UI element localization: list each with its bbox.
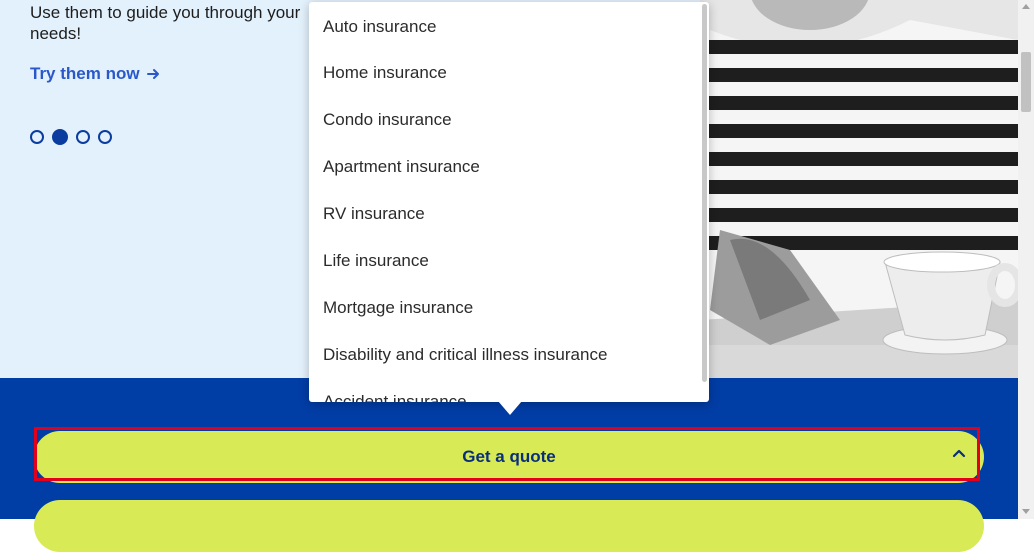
chevron-up-icon xyxy=(952,449,966,458)
carousel-dot-active[interactable] xyxy=(52,129,68,145)
scroll-down-arrow-icon[interactable] xyxy=(1022,509,1030,514)
menu-item-disability-insurance[interactable]: Disability and critical illness insuranc… xyxy=(323,345,607,365)
menu-item-accident-insurance[interactable]: Accident insurance xyxy=(323,392,467,402)
arrow-right-icon xyxy=(146,69,159,79)
menu-item-condo-insurance[interactable]: Condo insurance xyxy=(323,110,452,130)
scroll-up-arrow-icon[interactable] xyxy=(1022,4,1030,9)
secondary-button[interactable] xyxy=(34,500,984,552)
get-a-quote-button[interactable]: Get a quote xyxy=(34,431,984,483)
menu-item-auto-insurance[interactable]: Auto insurance xyxy=(323,17,436,37)
woman-with-coffee-image xyxy=(700,0,1018,378)
menu-item-apartment-insurance[interactable]: Apartment insurance xyxy=(323,157,480,177)
try-link-label: Try them now xyxy=(30,64,140,83)
menu-item-rv-insurance[interactable]: RV insurance xyxy=(323,204,425,224)
menu-item-home-insurance[interactable]: Home insurance xyxy=(323,63,447,83)
menu-item-mortgage-insurance[interactable]: Mortgage insurance xyxy=(323,298,473,318)
carousel-dot[interactable] xyxy=(98,130,112,144)
dropdown-pointer xyxy=(498,401,522,415)
carousel-dot[interactable] xyxy=(30,130,44,144)
carousel-dots xyxy=(30,129,112,145)
insurance-dropdown-menu: Auto insurance Home insurance Condo insu… xyxy=(309,2,709,402)
carousel-dot[interactable] xyxy=(76,130,90,144)
hero-description: Use them to guide you through your needs… xyxy=(30,3,301,43)
dropdown-scrollbar[interactable] xyxy=(702,4,707,382)
page-scrollbar-thumb[interactable] xyxy=(1021,52,1031,112)
hero-photo xyxy=(700,0,1018,378)
try-them-now-link[interactable]: Try them now xyxy=(30,64,160,84)
get-a-quote-label: Get a quote xyxy=(462,447,556,466)
menu-item-life-insurance[interactable]: Life insurance xyxy=(323,251,429,271)
